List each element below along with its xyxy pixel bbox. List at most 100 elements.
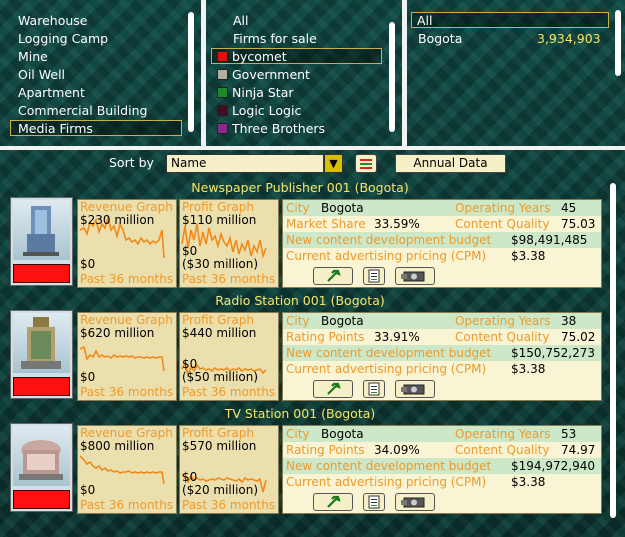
report-button[interactable] [363,493,385,511]
info-row: City Bogota Operating Years 53 [283,426,601,442]
divider [0,146,625,150]
firm-thumbnail[interactable] [10,423,73,512]
profit-graph: Profit Graph $110 million $0 ($30 millio… [179,199,279,288]
revenue-graph-zero: $0 [80,483,96,497]
revenue-graph-period: Past 36 months [80,498,174,512]
building-icon [13,313,70,373]
owner-item-all[interactable]: All [233,13,249,29]
revenue-graph-label: Revenue Graph [80,200,173,214]
metric-label: Market Share [286,217,366,231]
content-quality-value: 75.03 [561,217,596,231]
sort-dropdown-arrow[interactable]: ▼ [324,154,343,173]
owner-label: Logic Logic [232,103,302,118]
category-item-warehouse[interactable]: Warehouse [18,13,87,29]
city-item-all[interactable]: All [411,12,609,28]
report-icon [368,495,380,509]
report-button[interactable] [363,380,385,398]
city-list: All Bogota 3,934,903 [407,0,625,146]
profit-graph-min: ($20 million) [182,483,259,497]
owner-item-firms-for-sale[interactable]: Firms for sale [233,31,317,47]
firm-title[interactable]: Newspaper Publisher 001 (Bogota) [0,180,600,196]
sell-button[interactable] [395,380,435,398]
category-item-logging-camp[interactable]: Logging Camp [18,31,108,47]
owner-color-bar [13,264,70,283]
build-button[interactable] [313,267,353,285]
build-button[interactable] [313,380,353,398]
owner-label: Ninja Star [232,85,294,100]
report-button[interactable] [363,267,385,285]
owner-list: All Firms for sale bycomet Government Ni… [206,0,402,146]
profit-graph-min: ($30 million) [182,257,259,271]
owner-item-ninja-star[interactable]: Ninja Star [217,85,294,101]
info-row: City Bogota Operating Years 45 [283,200,601,216]
budget-label: New content development budget [286,233,492,247]
pricing-value[interactable]: $3.38 [511,474,545,490]
metric-value: 34.09% [374,443,420,457]
pricing-value[interactable]: $3.38 [511,248,545,264]
city-label: City [286,201,310,215]
revenue-graph-max: $620 million [80,326,155,340]
city-scrollbar[interactable] [615,10,621,76]
content-quality-value: 75.02 [561,330,596,344]
owner-item-government[interactable]: Government [217,67,310,83]
money-icon [401,271,425,282]
sort-order-button[interactable] [355,154,377,173]
sell-button[interactable] [395,493,435,511]
category-item-media-firms[interactable]: Media Firms [10,120,182,136]
city-label: City [286,314,310,328]
build-button[interactable] [313,493,353,511]
firm-title[interactable]: Radio Station 001 (Bogota) [0,293,600,309]
budget-value[interactable]: $98,491,485 [511,232,587,248]
owner-color-swatch [217,51,228,62]
info-row: New content development budget $150,752,… [283,345,601,361]
pricing-label: Current advertising pricing (CPM) [286,362,487,376]
sort-select[interactable]: Name [166,154,324,173]
firm-thumbnail[interactable] [10,197,73,286]
revenue-graph: Revenue Graph $800 million $0 Past 36 mo… [77,425,177,514]
info-row: Current advertising pricing (CPM) $3.38 [283,248,601,264]
operating-years-value: 45 [561,201,577,215]
owner-item-three-brothers[interactable]: Three Brothers [217,121,325,137]
profit-graph-max: $570 million [182,439,257,453]
city-value: Bogota [321,314,364,328]
budget-label: New content development budget [286,346,492,360]
operating-years-label: Operating Years [455,427,551,441]
revenue-graph-label: Revenue Graph [80,313,173,327]
pricing-value[interactable]: $3.38 [511,361,545,377]
owner-color-swatch [217,69,228,80]
owner-item-logic-logic[interactable]: Logic Logic [217,103,301,119]
hammer-icon [327,382,341,395]
metric-value: 33.59% [374,217,420,231]
budget-value[interactable]: $194,972,940 [511,458,595,474]
owner-scrollbar[interactable] [389,22,395,132]
owner-item-bycomet[interactable]: bycomet [211,48,382,64]
revenue-graph-zero: $0 [80,370,96,384]
firm-thumbnail[interactable] [10,310,73,399]
category-scrollbar[interactable] [188,12,194,132]
city-item-bogota[interactable]: Bogota [418,31,462,47]
content-quality-label: Content Quality [455,217,550,231]
operating-years-value: 53 [561,427,577,441]
category-item-apartment[interactable]: Apartment [18,85,85,101]
firm-info-panel: City Bogota Operating Years 53 Rating Po… [282,425,602,514]
profit-graph-min: ($50 million) [182,370,259,384]
info-row: New content development budget $98,491,4… [283,232,601,248]
revenue-graph-zero: $0 [80,257,96,271]
info-row: Current advertising pricing (CPM) $3.38 [283,361,601,377]
firm-list-scrollbar[interactable] [610,183,616,518]
firm-title[interactable]: TV Station 001 (Bogota) [0,406,600,422]
category-item-oil-well[interactable]: Oil Well [18,67,65,83]
sell-button[interactable] [395,267,435,285]
category-item-mine[interactable]: Mine [18,49,48,65]
annual-data-button[interactable]: Annual Data [395,154,506,173]
money-icon [401,497,425,508]
category-item-commercial-building[interactable]: Commercial Building [18,103,147,119]
profit-graph-label: Profit Graph [182,426,254,440]
operating-years-value: 38 [561,314,577,328]
building-icon [13,426,70,486]
revenue-graph-period: Past 36 months [80,385,174,399]
content-quality-label: Content Quality [455,443,550,457]
report-icon [368,269,380,283]
budget-value[interactable]: $150,752,273 [511,345,595,361]
revenue-graph: Revenue Graph $620 million $0 Past 36 mo… [77,312,177,401]
